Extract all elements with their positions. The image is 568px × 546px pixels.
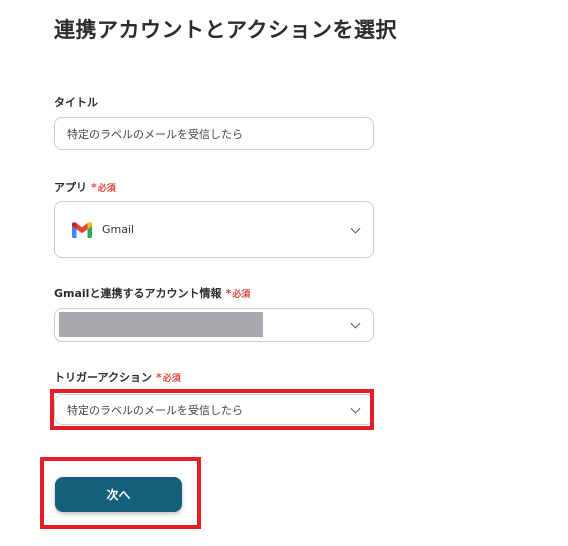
app-select[interactable]: Gmail (54, 201, 374, 258)
title-label-text: タイトル (54, 96, 98, 109)
account-field-label: Gmailと連携するアカウント情報 * 必須 (54, 285, 250, 301)
title-input[interactable]: 特定のラベルのメールを受信したら (54, 117, 374, 150)
trigger-label-text: トリガーアクション (54, 371, 153, 384)
account-select[interactable] (54, 308, 374, 342)
app-label-text: アプリ (54, 181, 87, 194)
trigger-highlight-box (50, 389, 374, 430)
page-title: 連携アカウントとアクションを選択 (54, 18, 397, 42)
chevron-down-icon (350, 223, 361, 234)
gmail-logo-icon (72, 221, 92, 238)
next-highlight-box (40, 457, 201, 529)
required-badge: * 必須 (225, 286, 251, 300)
redacted-account-mask (59, 312, 263, 337)
required-badge: * 必須 (156, 370, 181, 384)
app-name: Gmail (102, 223, 135, 236)
chevron-down-icon (350, 318, 361, 329)
title-field-label: タイトル (54, 94, 98, 110)
trigger-field-label: トリガーアクション * 必須 (54, 369, 181, 385)
required-badge: * 必須 (91, 180, 116, 194)
account-label-text: Gmailと連携するアカウント情報 (54, 287, 222, 300)
app-field-label: アプリ * 必須 (54, 179, 116, 195)
